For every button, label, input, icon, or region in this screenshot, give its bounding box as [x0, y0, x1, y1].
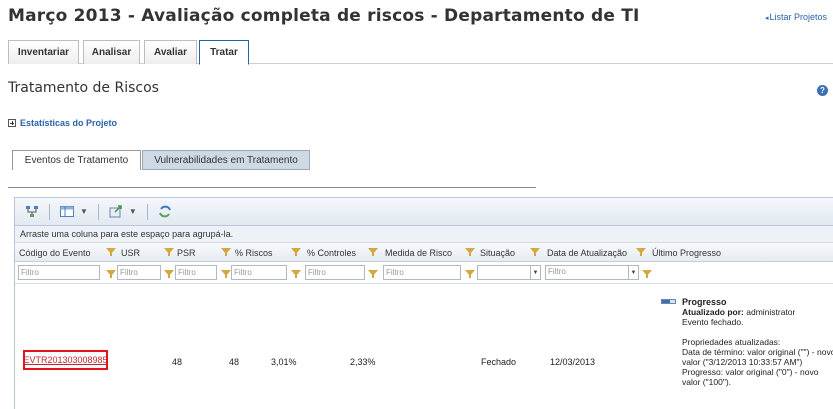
expand-icon: [8, 119, 16, 127]
cell-data: 12/03/2013: [550, 357, 596, 367]
project-stats-toggle[interactable]: Estatísticas do Projeto: [8, 118, 117, 128]
tab-inventariar[interactable]: Inventariar: [8, 40, 79, 64]
col-header-codigo[interactable]: Código do Evento: [15, 243, 111, 262]
refresh-icon: [158, 205, 171, 218]
progress-line-progress: Progresso: valor original ("0") - novo v…: [682, 367, 819, 387]
filter-input-psr[interactable]: Filtro: [175, 265, 217, 280]
progress-line-end-date: Data de término: valor original ("") - n…: [682, 347, 833, 367]
group-hint: Arraste uma coluna para este espaço para…: [15, 226, 833, 243]
filter-input-codigo[interactable]: Filtro: [18, 265, 100, 280]
progress-title: Progresso: [682, 297, 727, 307]
tab-eventos-tratamento[interactable]: Eventos de Tratamento: [12, 150, 141, 170]
progress-props-label: Propriedades atualizadas:: [682, 337, 781, 347]
filter-icon[interactable]: [636, 248, 646, 256]
columns-icon: [60, 206, 74, 217]
filter-icon[interactable]: [164, 270, 174, 278]
filter-icon[interactable]: [106, 270, 116, 278]
filter-icon[interactable]: [291, 270, 301, 278]
help-icon[interactable]: ?: [817, 85, 828, 96]
toolbar-separator: [146, 203, 148, 220]
progress-status: Evento fechado.: [682, 317, 744, 327]
tab-tratar[interactable]: Tratar: [199, 40, 249, 65]
tab-analisar[interactable]: Analisar: [83, 40, 140, 64]
filter-icon[interactable]: [221, 270, 231, 278]
filter-icon[interactable]: [465, 270, 475, 278]
filter-icon[interactable]: [291, 248, 301, 256]
progress-icon: [661, 299, 676, 304]
sub-tabs: Eventos de Tratamento Vulnerabilidades e…: [8, 150, 536, 188]
section-title: Tratamento de Riscos: [8, 80, 159, 96]
filter-icon[interactable]: [368, 248, 378, 256]
filter-icon[interactable]: [368, 270, 378, 278]
filter-icon[interactable]: [106, 248, 116, 256]
list-projects-label: Listar Projetos: [769, 12, 827, 22]
col-header-controles[interactable]: % Controles: [303, 243, 378, 262]
chevron-down-icon: ▼: [80, 207, 88, 216]
export-button[interactable]: ▼: [109, 205, 137, 218]
chevron-down-icon: ▼: [628, 266, 638, 279]
hierarchy-button[interactable]: [25, 205, 39, 218]
filter-date-data[interactable]: Filtro ▼: [545, 265, 639, 280]
col-header-medida[interactable]: Medida de Risco: [381, 243, 469, 262]
filter-icon[interactable]: [221, 248, 231, 256]
columns-button[interactable]: ▼: [60, 206, 88, 217]
col-header-situacao[interactable]: Situação: [476, 243, 536, 262]
filter-input-medida[interactable]: Filtro: [383, 265, 461, 280]
filter-row: Filtro Filtro Filtro Filtro Filtro Filtr…: [15, 262, 833, 284]
col-header-data[interactable]: Data de Atualização: [543, 243, 643, 262]
grid-header: Código do Evento USR PSR % Riscos % Cont…: [15, 243, 833, 262]
cell-psr: 48: [229, 357, 240, 367]
filter-icon[interactable]: [530, 248, 540, 256]
filter-date-placeholder: Filtro: [548, 267, 566, 276]
cell-riscos: 3,01%: [271, 357, 297, 367]
hierarchy-icon: [26, 205, 38, 217]
cell-usr: 48: [172, 357, 183, 367]
main-tabs: Inventariar Analisar Avaliar Tratar: [8, 40, 833, 65]
chevron-down-icon: ▼: [530, 266, 540, 279]
col-header-psr[interactable]: PSR: [173, 243, 228, 262]
tab-vulnerabilidades-tratamento[interactable]: Vulnerabilidades em Tratamento: [142, 150, 310, 170]
last-progress: Progresso Atualizado por: administrator …: [661, 297, 833, 387]
filter-input-usr[interactable]: Filtro: [117, 265, 161, 280]
page-title: Março 2013 - Avaliação completa de risco…: [8, 6, 640, 26]
tab-avaliar[interactable]: Avaliar: [144, 40, 197, 64]
event-code-link[interactable]: EVTR201303008985: [23, 350, 108, 370]
cell-situacao: Fechado: [481, 357, 517, 367]
filter-icon[interactable]: [465, 248, 475, 256]
cell-controles: 2,33%: [350, 357, 376, 367]
refresh-button[interactable]: [158, 205, 172, 218]
chevron-down-icon: ▼: [128, 207, 137, 216]
list-projects-link[interactable]: ◂Listar Projetos: [765, 12, 827, 22]
back-arrow-icon: ◂: [764, 15, 769, 22]
filter-input-riscos[interactable]: Filtro: [231, 265, 287, 280]
progress-updated-by: Atualizado por: administrator: [682, 307, 796, 317]
col-header-progresso[interactable]: Último Progresso: [648, 243, 778, 262]
filter-icon[interactable]: [642, 270, 652, 278]
toolbar-separator: [49, 203, 50, 220]
toolbar-separator: [97, 203, 99, 220]
export-icon: [109, 205, 122, 218]
project-stats-label: Estatísticas do Projeto: [20, 118, 118, 128]
filter-select-situacao[interactable]: ▼: [477, 265, 541, 280]
grid-toolbar: ▼ ▼: [15, 198, 833, 226]
filter-input-controles[interactable]: Filtro: [305, 265, 365, 280]
